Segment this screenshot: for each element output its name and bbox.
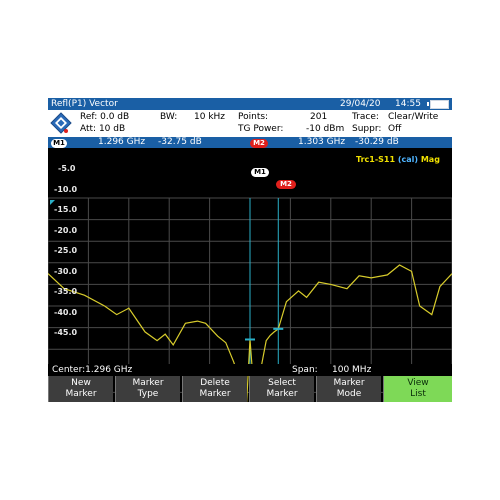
select-marker-softkey[interactable]: Select Marker — [249, 376, 314, 402]
m2-level: -30.29 dB — [355, 137, 399, 147]
marker-points — [245, 327, 284, 341]
points-label: Points: — [238, 112, 269, 122]
y-label-30: -30.0 — [54, 267, 78, 276]
points-value: 201 — [310, 112, 328, 122]
m1-level: -32.75 dB — [158, 137, 202, 147]
m2-tag[interactable]: M2 — [250, 139, 268, 148]
softkey-line2: Marker — [199, 389, 231, 399]
softkey-line1: Select — [268, 378, 296, 388]
softkey-line1: View — [407, 378, 429, 388]
softkey-line1: Delete — [200, 378, 230, 388]
tg-power-value: -10 dBm — [306, 124, 345, 134]
battery-icon — [430, 100, 449, 109]
trace-name: Trc1-S11 — [356, 155, 396, 164]
view-list-softkey[interactable]: View List — [383, 376, 452, 402]
softkey-line1: Marker — [333, 378, 365, 388]
trace-name-label: Trc1-S11 (cal) Mag — [356, 155, 440, 164]
suppr-value: Off — [388, 124, 402, 134]
new-marker-softkey[interactable]: New Marker — [48, 376, 113, 402]
tg-power-label: TG Power: — [238, 124, 284, 134]
trace-label: Trace: — [352, 112, 379, 122]
analyzer-screen: Refl(P1) Vector 29/04/20 14:55 Ref: 0.0 … — [48, 98, 452, 402]
bw-label: BW: — [160, 112, 178, 122]
m2-plot-label[interactable]: M2 — [276, 180, 296, 189]
softkey-line2: Marker — [65, 389, 97, 399]
y-label-20: -20.0 — [54, 226, 78, 235]
m1-marker-point[interactable] — [245, 338, 255, 341]
mode-title: Refl(P1) Vector — [51, 99, 118, 109]
y-label-10: -10.0 — [54, 185, 78, 194]
softkey-line1: Marker — [132, 378, 164, 388]
trace-value: Clear/Write — [388, 112, 439, 122]
center-frequency: Center:1.296 GHz — [52, 365, 133, 375]
marker-type-softkey[interactable]: Marker Type — [115, 376, 180, 402]
time-display: 14:55 — [395, 99, 421, 109]
attenuation: Att: 10 dB — [80, 124, 126, 134]
att-indicator-dot — [64, 129, 68, 133]
y-label-25: -25.0 — [54, 246, 78, 255]
ref-level: Ref: 0.0 dB — [80, 112, 130, 122]
m2-frequency: 1.303 GHz — [298, 137, 346, 147]
trace-mode: Mag — [420, 155, 440, 164]
suppr-label: Suppr: — [352, 124, 382, 134]
m1-plot-label[interactable]: M1 — [251, 168, 269, 177]
date-display: 29/04/20 — [340, 99, 381, 109]
softkey-line2: Marker — [266, 389, 298, 399]
battery-tip — [427, 102, 429, 106]
y-label-5: -5.0 — [58, 164, 76, 173]
m1-frequency: 1.296 GHz — [98, 137, 146, 147]
marker-mode-softkey[interactable]: Marker Mode — [316, 376, 381, 402]
y-label-45: -45.0 — [54, 328, 78, 337]
y-label-35: -35.0 — [54, 287, 78, 296]
y-label-40: -40.0 — [54, 308, 78, 317]
m2-marker-point[interactable] — [273, 327, 284, 330]
softkey-line2: Type — [137, 389, 159, 399]
softkey-bar: New Marker Marker Type Delete Marker Sel… — [48, 376, 452, 402]
softkey-line1: New — [71, 378, 91, 388]
m1-tag[interactable]: M1 — [51, 139, 67, 148]
span-value: 100 MHz — [332, 365, 372, 375]
softkey-line2: List — [410, 389, 426, 399]
span-label: Span: — [292, 365, 318, 375]
trace-cal: (cal) — [397, 155, 419, 164]
delete-marker-softkey[interactable]: Delete Marker — [182, 376, 247, 402]
softkey-line2: Mode — [336, 389, 362, 399]
bw-value: 10 kHz — [194, 112, 226, 122]
rohde-schwarz-logo — [50, 112, 72, 134]
y-label-15: -15.0 — [54, 205, 78, 214]
